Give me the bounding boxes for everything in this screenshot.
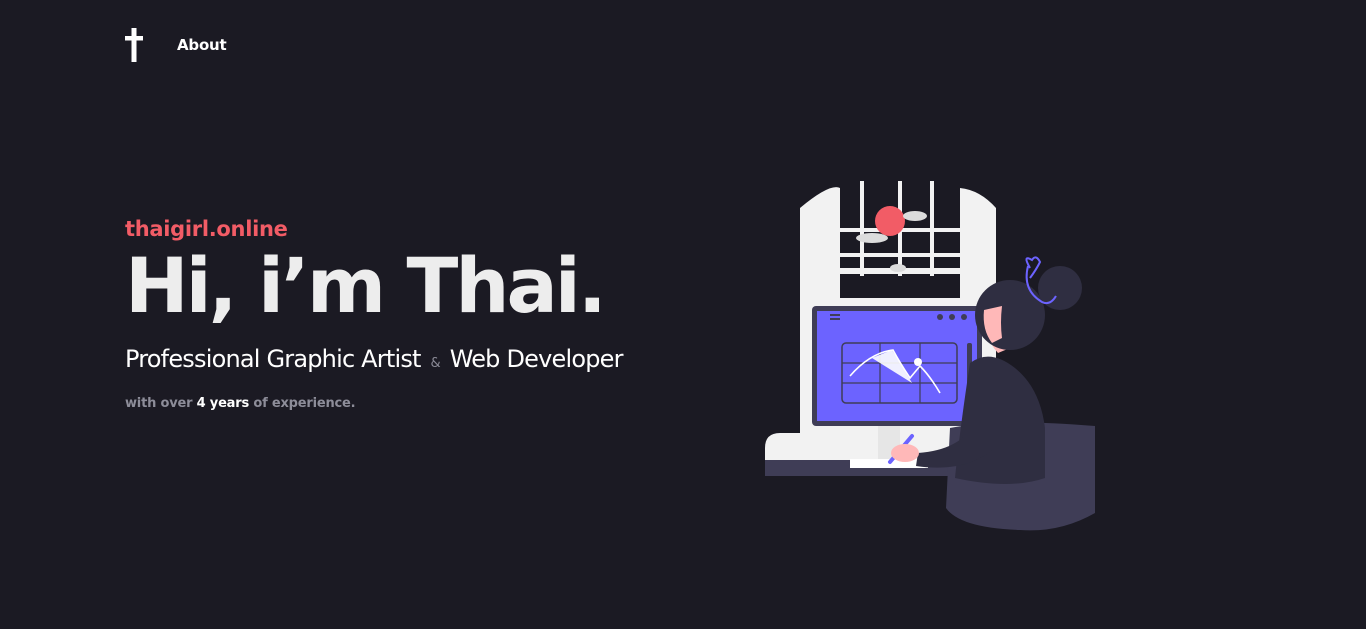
cloud-icon xyxy=(903,211,927,221)
tagline: Professional Graphic Artist & Web Develo… xyxy=(125,344,685,379)
cloud-icon xyxy=(890,264,906,272)
experience-prefix: with over xyxy=(125,396,193,411)
experience-line: with over 4 years of experience. xyxy=(125,396,685,411)
experience-years: 4 years xyxy=(196,396,250,411)
experience-suffix: of experience. xyxy=(253,396,356,411)
cloud-icon xyxy=(856,233,888,243)
cross-icon[interactable] xyxy=(125,28,143,62)
role-primary: Professional Graphic Artist xyxy=(125,345,421,373)
top-nav: About xyxy=(125,28,227,62)
page: About thaigirl.online Hi, i’m Thai. Prof… xyxy=(0,0,1366,629)
sun-icon xyxy=(875,206,905,236)
woman-drawing-at-monitor-illustration xyxy=(765,181,1095,531)
hero-section: thaigirl.online Hi, i’m Thai. Profession… xyxy=(125,216,685,411)
window-control-icon xyxy=(961,314,967,320)
role-secondary: Web Developer xyxy=(449,345,624,373)
window-control-icon xyxy=(937,314,943,320)
woman-body xyxy=(955,356,1045,484)
page-title: Hi, i’m Thai. xyxy=(125,241,607,330)
role-ampersand: & xyxy=(430,356,441,371)
window-control-icon xyxy=(949,314,955,320)
window-bar xyxy=(840,253,960,257)
menu-icon xyxy=(830,314,840,316)
nav-about-link[interactable]: About xyxy=(177,36,227,54)
menu-icon xyxy=(830,318,840,320)
cursor-dot xyxy=(914,358,922,366)
woman-hand xyxy=(891,444,919,462)
site-name: thaigirl.online xyxy=(125,217,288,241)
